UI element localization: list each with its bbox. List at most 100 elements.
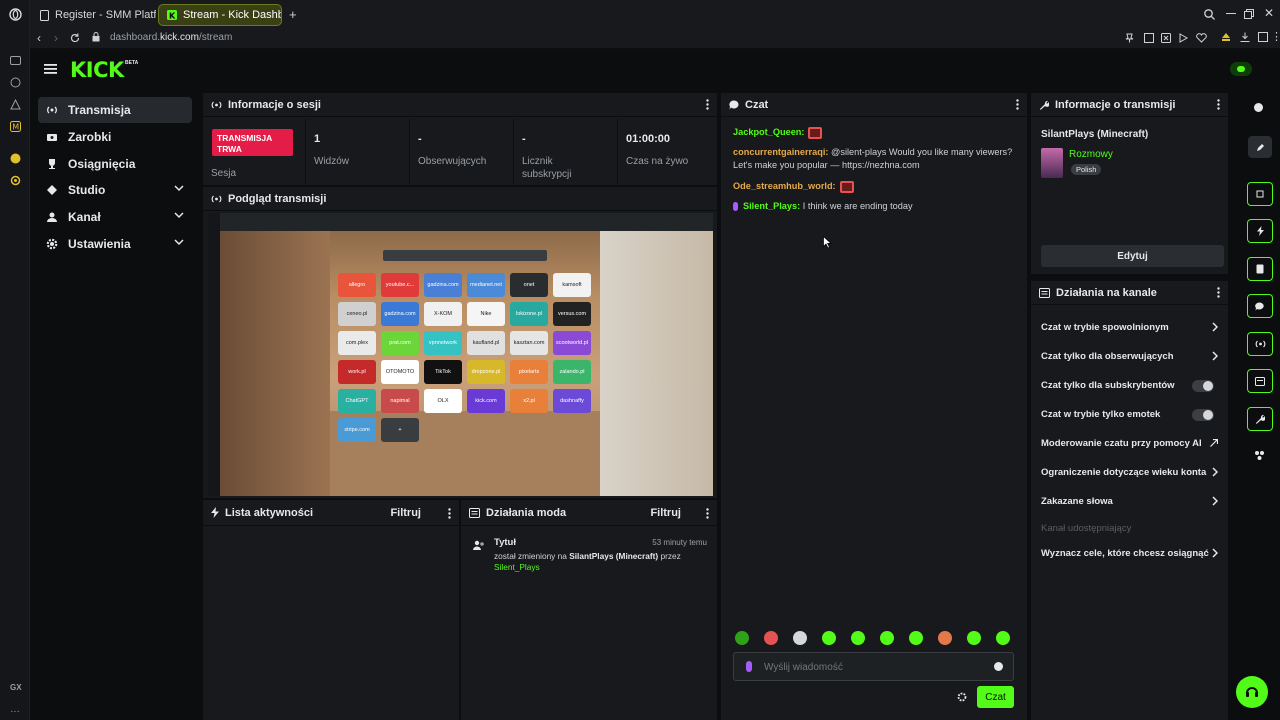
hamburger-menu-icon[interactable]: [44, 64, 57, 74]
speed-dial-tile[interactable]: gadzina.com: [381, 302, 419, 326]
extensions-icon[interactable]: [1258, 32, 1268, 42]
back-icon[interactable]: ‹: [37, 31, 41, 45]
category-link[interactable]: Rozmowy: [1069, 149, 1113, 160]
emote-icon[interactable]: [996, 631, 1010, 645]
gx-control-icon[interactable]: [10, 56, 21, 65]
emote-icon[interactable]: [764, 631, 778, 645]
chat-message-input[interactable]: [764, 659, 984, 675]
snapshot-icon[interactable]: [1144, 33, 1154, 43]
forward-icon[interactable]: ›: [54, 31, 58, 45]
speed-dial-tile[interactable]: vpnnetwork: [424, 331, 462, 355]
nav-transmisja[interactable]: Transmisja: [38, 97, 192, 123]
pin-icon[interactable]: [1125, 33, 1134, 43]
edit-pen-icon[interactable]: [1248, 136, 1272, 158]
new-tab-button[interactable]: +: [289, 7, 297, 22]
chat-input-box[interactable]: [733, 652, 1014, 681]
speed-dial-tile[interactable]: zalando.pl: [553, 360, 591, 384]
play-icon[interactable]: [1179, 33, 1188, 43]
url-text[interactable]: dashboard.kick.com/stream: [110, 32, 232, 43]
tab-register[interactable]: Register - SMM Platform: [32, 4, 156, 26]
filter-button[interactable]: Filtruj: [390, 507, 421, 519]
speed-dial-tile[interactable]: work.pl: [338, 360, 376, 384]
send-chat-button[interactable]: Czat: [977, 686, 1014, 708]
reload-icon[interactable]: [70, 33, 80, 43]
capture-icon[interactable]: [1247, 182, 1273, 206]
speed-dial-tile[interactable]: prat.com: [381, 331, 419, 355]
emoji-icon[interactable]: [994, 662, 1003, 671]
speed-dial-tile[interactable]: OTOMOTO: [381, 360, 419, 384]
more-options-icon[interactable]: [448, 508, 451, 519]
speed-dial-tile[interactable]: stripe.com: [338, 418, 376, 442]
more-options-icon[interactable]: [1016, 99, 1019, 110]
emote-icon[interactable]: [880, 631, 894, 645]
mod-entry-user[interactable]: Silent_Plays: [494, 562, 540, 572]
speed-dial-tile[interactable]: com.plex: [338, 331, 376, 355]
download-icon[interactable]: [1240, 32, 1250, 42]
emote-icon[interactable]: [793, 631, 807, 645]
more-options-icon[interactable]: [706, 508, 709, 519]
nav-studio[interactable]: Studio: [38, 177, 192, 203]
speed-dial-tile[interactable]: TikTok: [424, 360, 462, 384]
speed-dial-tile[interactable]: ceneo.pl: [338, 302, 376, 326]
subscribers-only-toggle[interactable]: [1192, 380, 1214, 392]
minimize-icon[interactable]: [1226, 13, 1236, 15]
close-window-icon[interactable]: ✕: [1264, 6, 1274, 20]
shield-icon[interactable]: [1161, 33, 1171, 43]
restore-icon[interactable]: [1244, 9, 1254, 19]
slow-mode-action[interactable]: Czat w trybie spowolnionym: [1031, 313, 1228, 342]
emote-icon[interactable]: [822, 631, 836, 645]
speed-dial-tile[interactable]: pixelarts: [510, 360, 548, 384]
speed-dial-tile[interactable]: dropzone.pl: [467, 360, 505, 384]
speed-dial-tile[interactable]: napimal: [381, 389, 419, 413]
heart-icon[interactable]: [1196, 33, 1207, 43]
nav-kanal[interactable]: Kanał: [38, 204, 192, 230]
more-options-icon[interactable]: [1217, 287, 1220, 298]
more-options-icon[interactable]: [1217, 99, 1220, 110]
chat-username[interactable]: Ode_streamhub_world:: [733, 181, 836, 191]
filter-button[interactable]: Filtruj: [650, 507, 681, 519]
emote-only-toggle[interactable]: [1192, 409, 1214, 421]
speed-dial-tile[interactable]: kaufland.pl: [467, 331, 505, 355]
speed-dial-tile[interactable]: versus.com: [553, 302, 591, 326]
emote-icon[interactable]: [851, 631, 865, 645]
tab-stream-dashboard[interactable]: K Stream - Kick Dashboard ✕: [158, 4, 282, 26]
stream-preview-video[interactable]: allegro youtube.c... gadzina.com medianet.n…: [208, 213, 713, 496]
list-icon[interactable]: [1247, 369, 1273, 393]
nav-osiagniecia[interactable]: Osiągnięcia: [38, 151, 192, 177]
user-avatar[interactable]: [1230, 62, 1252, 76]
nav-zarobki[interactable]: Zarobki: [38, 124, 192, 150]
apps-icon[interactable]: [1254, 450, 1265, 461]
chat-username[interactable]: concurrentgainerraqi:: [733, 147, 828, 157]
speed-dial-tile[interactable]: kick.com: [467, 389, 505, 413]
chat-username[interactable]: Silent_Plays:: [743, 201, 800, 211]
more-options-icon[interactable]: [706, 99, 709, 110]
emote-icon[interactable]: [735, 631, 749, 645]
nav-ustawienia[interactable]: Ustawienia: [38, 231, 192, 257]
chat-settings-icon[interactable]: [957, 692, 967, 702]
edit-button[interactable]: Edytuj: [1041, 245, 1224, 267]
search-tabs-icon[interactable]: [1204, 9, 1215, 20]
wallet-icon[interactable]: [1221, 32, 1231, 42]
speed-dial-tile[interactable]: Nike: [467, 302, 505, 326]
banned-words-action[interactable]: Zakazane słowa: [1031, 487, 1228, 516]
speed-dial-tile[interactable]: OLX: [424, 389, 462, 413]
set-goals-action[interactable]: Wyznacz cele, które chcesz osiągnąć: [1031, 539, 1228, 568]
opera-logo-icon[interactable]: [9, 8, 22, 21]
broadcast-icon[interactable]: [1247, 332, 1273, 356]
speed-dial-tile[interactable]: x2.pl: [510, 389, 548, 413]
speed-dial-tile[interactable]: gadzina.com: [424, 273, 462, 297]
kick-logo[interactable]: KICK: [70, 58, 124, 82]
ai-moderation-action[interactable]: Moderowanie czatu przy pomocy AI: [1031, 429, 1228, 458]
settings-icon[interactable]: [10, 175, 21, 186]
chat-bubble-icon[interactable]: [1247, 294, 1273, 318]
music-icon[interactable]: [10, 153, 21, 164]
wrench-icon[interactable]: [1247, 407, 1273, 431]
info-icon[interactable]: [1254, 103, 1263, 112]
speed-dial-tile[interactable]: X-KOM: [424, 302, 462, 326]
speed-dial-tile[interactable]: kasztan.com: [510, 331, 548, 355]
speed-icon[interactable]: [10, 77, 21, 88]
support-chat-button[interactable]: [1236, 676, 1268, 708]
speed-dial-tile[interactable]: dashnaffy: [553, 389, 591, 413]
lightning-icon[interactable]: [1247, 219, 1273, 243]
emote-icon[interactable]: [909, 631, 923, 645]
